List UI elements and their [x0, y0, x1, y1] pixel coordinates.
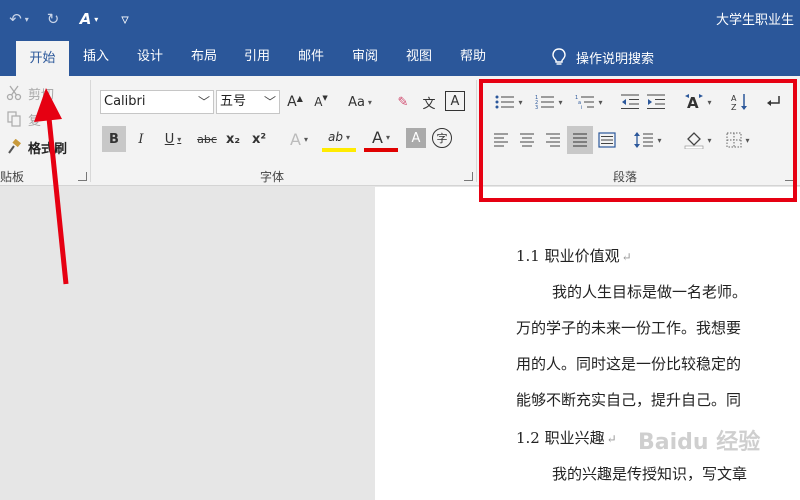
word-window: ↶ ▾ ↻ A ▾ ▿ 大学生职业生 开始 插入 设计 布局 引用 邮件 审阅 视图… — [0, 0, 800, 500]
baidu-watermark: Baidu 经验 — [638, 430, 761, 455]
